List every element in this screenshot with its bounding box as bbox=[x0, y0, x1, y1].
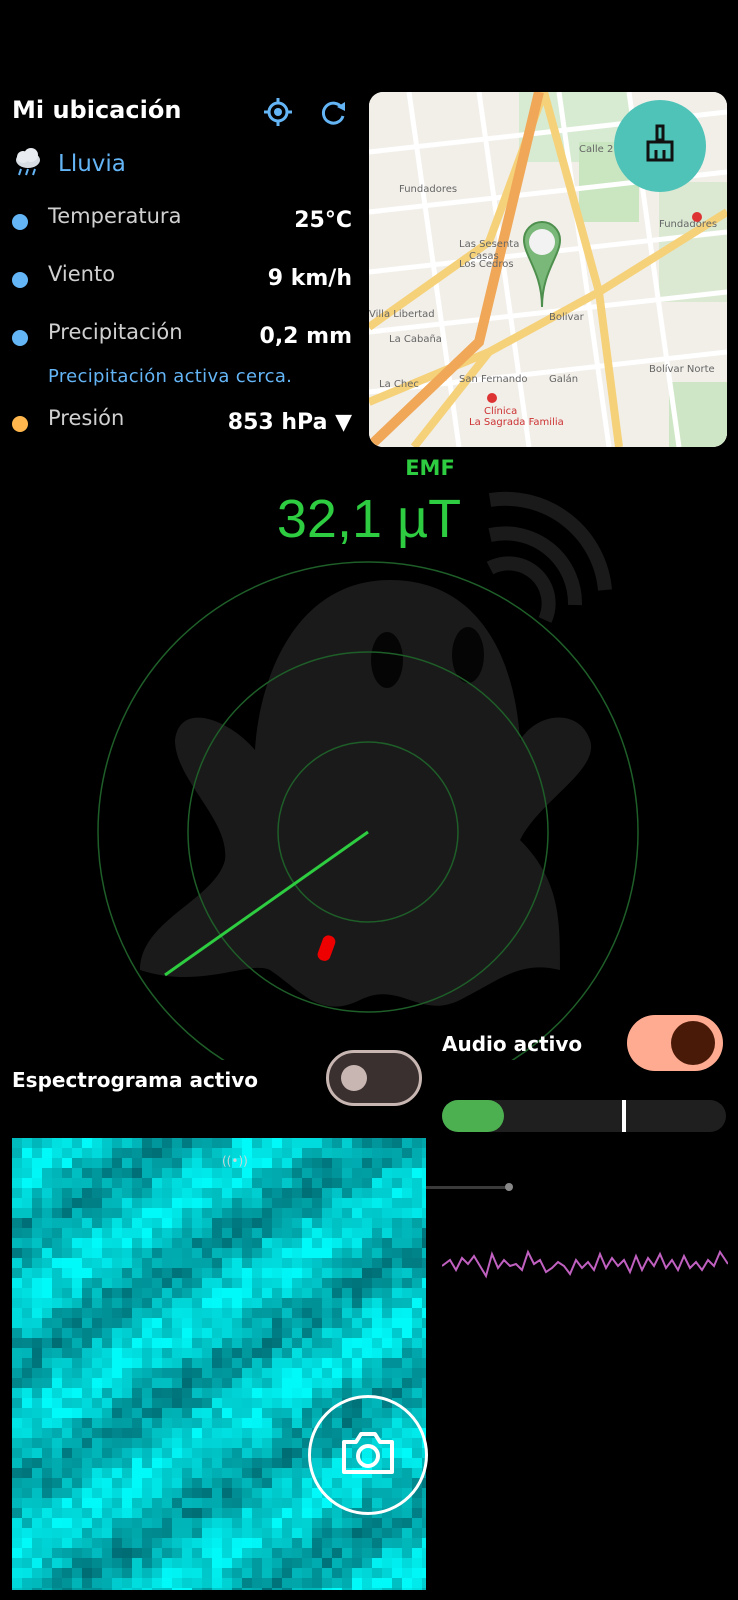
gps-target-icon[interactable] bbox=[262, 96, 294, 132]
broom-icon bbox=[640, 124, 680, 168]
audio-toggle-knob bbox=[671, 1021, 715, 1065]
stat-label: Precipitación bbox=[48, 320, 183, 344]
svg-text:La Chec: La Chec bbox=[379, 379, 419, 390]
stat-dot bbox=[12, 416, 28, 432]
audio-toggle[interactable] bbox=[627, 1015, 723, 1071]
ghost-icon bbox=[140, 580, 592, 1007]
svg-text:Bolívar Norte: Bolívar Norte bbox=[649, 363, 715, 375]
camera-button[interactable] bbox=[308, 1395, 428, 1515]
precipitation-note: Precipitación activa cerca. bbox=[48, 366, 293, 387]
svg-text:Fundadores: Fundadores bbox=[659, 219, 717, 230]
spectrogram-toggle-label: Espectrograma activo bbox=[12, 1068, 258, 1092]
audio-level-thumb[interactable] bbox=[622, 1100, 626, 1132]
svg-text:Galán: Galán bbox=[549, 373, 578, 385]
emf-radar bbox=[0, 460, 738, 1103]
stat-value: 25°C bbox=[294, 208, 352, 233]
stat-label: Viento bbox=[48, 262, 116, 286]
stat-dot bbox=[12, 214, 28, 230]
broadcast-icon: ((•)) bbox=[222, 1154, 248, 1168]
svg-text:Clínica: Clínica bbox=[484, 405, 517, 417]
weather-condition-label: Lluvia bbox=[58, 151, 126, 177]
audio-level-fill bbox=[442, 1100, 504, 1132]
clean-broom-button[interactable] bbox=[614, 100, 706, 192]
audio-waveform bbox=[441, 1230, 729, 1300]
stat-value: 9 km/h bbox=[267, 266, 352, 291]
signal-waves-icon bbox=[486, 491, 612, 623]
svg-text:La Sagrada Familia: La Sagrada Familia bbox=[469, 417, 564, 428]
divider bbox=[426, 1186, 512, 1189]
svg-text:Las Sesenta: Las Sesenta bbox=[459, 239, 519, 250]
audio-toggle-label: Audio activo bbox=[442, 1032, 583, 1056]
weather-condition: Lluvia bbox=[12, 146, 126, 182]
stat-label: Presión bbox=[48, 406, 125, 430]
divider-dot bbox=[505, 1183, 513, 1191]
rain-cloud-icon bbox=[12, 146, 44, 182]
stat-dot bbox=[12, 330, 28, 346]
spectrogram-toggle-knob bbox=[341, 1065, 367, 1091]
svg-text:Bolivar: Bolivar bbox=[549, 312, 585, 323]
svg-text:Villa Libertad: Villa Libertad bbox=[369, 309, 435, 320]
camera-icon bbox=[340, 1430, 396, 1480]
svg-text:La Cabaña: La Cabaña bbox=[389, 334, 442, 345]
stat-dot bbox=[12, 272, 28, 288]
location-title: Mi ubicación bbox=[12, 96, 182, 124]
svg-text:Fundadores: Fundadores bbox=[399, 184, 457, 195]
refresh-icon[interactable] bbox=[318, 98, 348, 132]
stat-value: 853 hPa ▼ bbox=[227, 410, 352, 435]
svg-text:San Fernando: San Fernando bbox=[459, 374, 528, 385]
spectrogram-toggle[interactable] bbox=[326, 1050, 422, 1106]
spectrogram-view: ((•)) bbox=[12, 1138, 426, 1590]
stat-value: 0,2 mm bbox=[259, 324, 352, 349]
stat-label: Temperatura bbox=[48, 204, 182, 228]
svg-text:Los Cedros: Los Cedros bbox=[459, 259, 514, 270]
